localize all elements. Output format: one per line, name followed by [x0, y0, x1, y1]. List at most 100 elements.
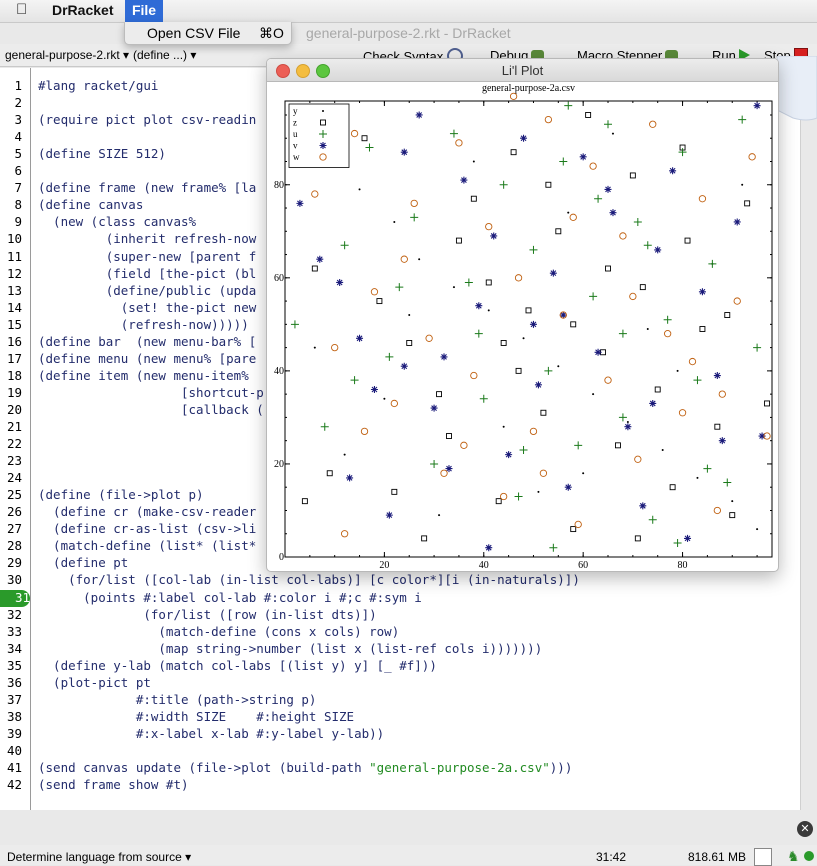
code-line[interactable]: (define y-lab (match col-labs [(list y) …: [38, 658, 437, 673]
data-point-v: [669, 167, 677, 175]
code-line[interactable]: (define menu (new menu% [pare: [38, 351, 256, 366]
code-line[interactable]: (define pt: [38, 555, 128, 570]
code-line[interactable]: (super-new [parent f: [38, 249, 257, 264]
data-point-y: [383, 397, 386, 400]
code-line[interactable]: (define cr (make-csv-reader: [38, 504, 256, 519]
data-point-v: [564, 483, 572, 491]
code-line[interactable]: (define canvas: [38, 197, 143, 212]
data-point-w: [370, 288, 379, 296]
language-selector[interactable]: Determine language from source ▾: [7, 850, 191, 864]
line-number: 23: [6, 453, 22, 469]
code-line[interactable]: (plot-pict pt: [38, 675, 151, 690]
code-line[interactable]: #:title (path->string p): [38, 692, 317, 707]
legend-symbol-y: [322, 110, 324, 112]
data-point-w: [360, 427, 369, 436]
data-point-z: [605, 265, 611, 272]
data-point-v: [529, 320, 537, 328]
code-line[interactable]: #:width SIZE #:height SIZE: [38, 709, 354, 724]
data-point-v: [718, 437, 726, 445]
file-menu[interactable]: File: [125, 0, 163, 22]
data-point-y: [611, 132, 614, 135]
code-line[interactable]: (field [the-pict (bl: [38, 266, 257, 281]
data-point-v: [654, 246, 662, 254]
code-line[interactable]: (define bar (new menu-bar% [: [38, 334, 256, 349]
file-selector[interactable]: general-purpose-2.rkt ▾: [5, 48, 129, 62]
plot-area-frame: [284, 100, 773, 558]
line-number: 3: [14, 112, 22, 128]
data-point-u: [693, 376, 702, 385]
line-number: 25: [6, 487, 22, 503]
code-line[interactable]: #lang racket/gui: [38, 78, 158, 93]
code-line[interactable]: (define frame (new frame% [la: [38, 180, 256, 195]
code-line[interactable]: (match-define (cons x cols) row): [38, 624, 399, 639]
code-line[interactable]: (define item (new menu-item%: [38, 368, 249, 383]
code-line[interactable]: (require pict plot csv-readin: [38, 112, 256, 127]
code-line[interactable]: (match-define (list* (list*: [38, 538, 256, 553]
data-point-w: [460, 441, 468, 449]
data-point-v: [485, 544, 493, 552]
code-line[interactable]: (define (file->plot p): [38, 487, 204, 502]
code-line[interactable]: (for/list ([col-lab (in-list col-labs)] …: [38, 572, 580, 587]
data-point-w: [331, 343, 339, 352]
data-point-u: [618, 329, 627, 338]
app-menu-drracket[interactable]: DrRacket: [52, 2, 113, 18]
data-point-z: [326, 470, 333, 477]
data-point-z: [311, 265, 318, 272]
data-point-w: [544, 115, 553, 124]
x-tick-label: 40: [479, 560, 489, 571]
data-point-w: [340, 530, 349, 538]
data-point-z: [376, 298, 383, 305]
code-line[interactable]: (define SIZE 512): [38, 146, 166, 161]
data-point-z: [639, 284, 646, 291]
line-number: 19: [6, 384, 22, 400]
data-point-w: [509, 92, 518, 100]
line-number: 14: [6, 299, 22, 315]
apple-logo-icon[interactable]: : [16, 1, 27, 18]
code-line[interactable]: (inherit refresh-now: [38, 231, 257, 246]
code-line[interactable]: (define/public (upda: [38, 283, 257, 298]
data-point-y: [731, 500, 734, 503]
data-point-z: [744, 200, 751, 207]
code-line[interactable]: (define cr-as-list (csv->li: [38, 521, 256, 536]
line-number: 37: [6, 691, 22, 707]
data-point-u: [723, 478, 732, 487]
code-line[interactable]: (new (class canvas%: [38, 214, 196, 229]
code-line[interactable]: (send canvas update (file->plot (build-p…: [38, 760, 572, 775]
code-line[interactable]: (for/list ([row (in-list dts)]): [38, 607, 376, 622]
line-number: 2: [14, 95, 22, 111]
data-point-z: [669, 484, 676, 491]
code-line[interactable]: (map string->number (list x (list-ref co…: [38, 641, 542, 656]
line-number: 22: [6, 436, 22, 452]
legend-label: z: [293, 118, 297, 128]
data-point-z: [361, 135, 368, 142]
code-line[interactable]: [callback (: [38, 402, 264, 417]
y-tick-label: 40: [274, 366, 284, 377]
line-number: 20: [6, 401, 22, 417]
line-number: 39: [6, 725, 22, 741]
data-point-y: [756, 528, 759, 531]
line-number: 16: [6, 333, 22, 349]
code-line[interactable]: (set! the-pict new: [38, 300, 256, 315]
line-number: 10: [6, 231, 22, 247]
y-tick-label: 60: [274, 273, 284, 284]
close-icon[interactable]: ✕: [797, 821, 813, 837]
data-point-y: [358, 188, 361, 191]
code-line[interactable]: (points #:label col-lab #:color i #;c #:…: [38, 590, 422, 605]
x-tick-label: 20: [379, 560, 389, 571]
code-line[interactable]: (refresh-now))))): [38, 317, 249, 332]
plot-window-titlebar[interactable]: Li'l Plot: [267, 59, 778, 82]
line-number: 12: [6, 265, 22, 281]
code-line[interactable]: [shortcut-p: [38, 385, 264, 400]
open-csv-file-menu-item[interactable]: Open CSV File: [147, 25, 240, 41]
code-line[interactable]: #:x-label x-lab #:y-label y-lab)): [38, 726, 384, 741]
line-number: 32: [6, 606, 22, 622]
data-point-w: [455, 139, 463, 147]
data-point-w: [604, 376, 612, 384]
data-point-z: [570, 321, 577, 328]
define-selector[interactable]: (define ...) ▾: [133, 48, 196, 62]
data-point-w: [400, 255, 408, 263]
data-point-u: [519, 445, 528, 454]
lil-plot-window[interactable]: Li'l Plot general-purpose-2a.csv 20 40 60 80…: [266, 58, 779, 572]
code-line[interactable]: (send frame show #t): [38, 777, 189, 792]
scatter-plot: general-purpose-2a.csv 20 40 60 80 0 20 40 60 80 y…: [274, 83, 773, 571]
